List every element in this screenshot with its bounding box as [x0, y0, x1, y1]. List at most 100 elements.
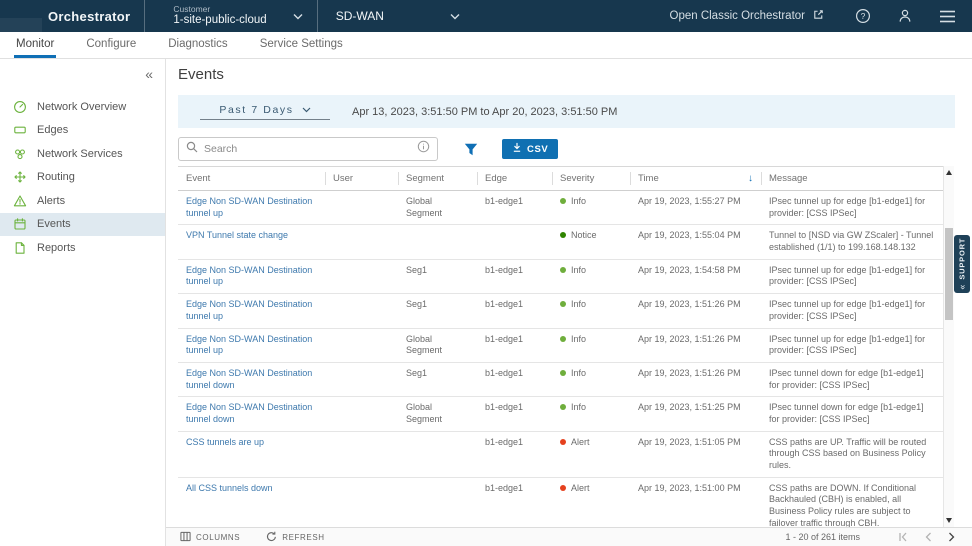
sidebar-item-label: Edges — [37, 124, 68, 136]
column-header-severity[interactable]: Severity — [552, 167, 630, 190]
next-page-icon[interactable] — [948, 532, 956, 542]
event-link[interactable]: Edge Non SD-WAN Destination tunnel up — [186, 265, 312, 287]
sidebar-collapse-icon[interactable]: « — [145, 66, 153, 82]
severity-label: Notice — [571, 230, 597, 242]
hamburger-menu-icon[interactable] — [939, 10, 956, 23]
cell-message: CSS paths are UP. Traffic will be routed… — [761, 432, 943, 477]
table-row: CSS tunnels are upb1-edge1AlertApr 19, 2… — [178, 432, 943, 478]
event-link[interactable]: VPN Tunnel state change — [186, 230, 288, 240]
table-row: VPN Tunnel state change Notice Apr 19, 202… — [178, 225, 943, 259]
severity-dot-info — [560, 336, 566, 342]
tab-service-settings[interactable]: Service Settings — [258, 32, 345, 58]
cell-event: Edge Non SD-WAN Destination tunnel up — [178, 191, 325, 224]
scroll-down-icon[interactable] — [946, 518, 952, 523]
sidebar-item-label: Events — [37, 218, 71, 230]
report-icon — [13, 241, 27, 255]
cell-edge: b1-edge1 — [477, 329, 552, 362]
severity-label: Info — [571, 334, 586, 346]
column-header-event[interactable]: Event — [178, 167, 325, 190]
table-footer: COLUMNS REFRESH 1 - 20 of 261 items — [166, 527, 972, 546]
event-link[interactable]: Edge Non SD-WAN Destination tunnel down — [186, 402, 312, 424]
column-header-edge[interactable]: Edge — [477, 167, 552, 190]
customer-value: 1-site-public-cloud — [173, 14, 266, 27]
time-range-select[interactable]: Past 7 Days — [200, 104, 330, 120]
event-link[interactable]: Edge Non SD-WAN Destination tunnel up — [186, 196, 312, 218]
filter-funnel-icon[interactable] — [464, 143, 478, 156]
event-link[interactable]: Edge Non SD-WAN Destination tunnel down — [186, 368, 312, 390]
cell-time: Apr 19, 2023, 1:55:04 PM — [630, 225, 761, 258]
cell-message: IPsec tunnel up for edge [b1-edge1] for … — [761, 191, 943, 224]
search-info-icon[interactable] — [417, 140, 430, 158]
column-header-message[interactable]: Message — [761, 167, 943, 190]
cell-event: Edge Non SD-WAN Destination tunnel up — [178, 260, 325, 293]
svg-text:?: ? — [861, 11, 866, 21]
column-header-segment[interactable]: Segment — [398, 167, 477, 190]
help-icon[interactable]: ? — [855, 8, 871, 24]
product-selector[interactable]: SD-WAN — [318, 9, 474, 23]
scroll-up-icon[interactable] — [946, 170, 952, 175]
sidebar-item-network-services[interactable]: Network Services — [0, 142, 165, 166]
cell-user — [325, 478, 398, 527]
open-classic-orchestrator-link[interactable]: Open Classic Orchestrator — [670, 8, 826, 24]
sort-desc-icon: ↓ — [748, 173, 753, 184]
cell-severity: Info — [552, 294, 630, 327]
previous-page-icon[interactable] — [924, 532, 932, 542]
cell-segment — [398, 478, 477, 527]
first-page-icon[interactable] — [898, 532, 908, 542]
severity-label: Info — [571, 402, 586, 414]
pagination-range-text: 1 - 20 of 261 items — [785, 532, 860, 542]
cell-severity: Info — [552, 329, 630, 362]
user-icon[interactable] — [897, 8, 913, 24]
scrollbar-thumb[interactable] — [945, 228, 953, 320]
sidebar-item-routing[interactable]: Routing — [0, 166, 165, 190]
customer-selector[interactable]: Customer 1-site-public-cloud — [145, 5, 316, 28]
search-icon — [186, 140, 198, 158]
severity-label: Info — [571, 368, 586, 380]
severity-dot-info — [560, 198, 566, 204]
sidebar-item-alerts[interactable]: Alerts — [0, 189, 165, 213]
cell-user — [325, 260, 398, 293]
time-range-bar: Past 7 Days Apr 13, 2023, 3:51:50 PM to … — [178, 95, 955, 128]
event-link[interactable]: Edge Non SD-WAN Destination tunnel up — [186, 334, 312, 356]
network-services-icon — [13, 147, 27, 161]
event-link[interactable]: Edge Non SD-WAN Destination tunnel up — [186, 299, 312, 321]
refresh-button[interactable]: REFRESH — [266, 531, 324, 544]
tab-monitor[interactable]: Monitor — [14, 32, 56, 58]
page-title: Events — [178, 66, 224, 83]
sidebar-item-edges[interactable]: Edges — [0, 119, 165, 143]
cell-message: IPsec tunnel down for edge [b1-edge1] fo… — [761, 363, 943, 396]
columns-button[interactable]: COLUMNS — [180, 531, 240, 544]
table-scrollbar[interactable] — [943, 166, 954, 527]
severity-label: Info — [571, 265, 586, 277]
cell-severity: Info — [552, 191, 630, 224]
sidebar-item-label: Network Overview — [37, 101, 126, 113]
cell-user — [325, 329, 398, 362]
routing-icon — [13, 170, 27, 184]
sidebar-item-label: Alerts — [37, 195, 65, 207]
search-input[interactable] — [204, 143, 411, 155]
external-link-icon — [812, 8, 825, 24]
calendar-icon — [13, 217, 27, 231]
cell-segment — [398, 225, 477, 258]
sidebar-item-reports[interactable]: Reports — [0, 236, 165, 260]
cell-user — [325, 225, 398, 258]
table-row: Edge Non SD-WAN Destination tunnel upSeg… — [178, 260, 943, 294]
sidebar-item-events[interactable]: Events — [0, 213, 165, 237]
tab-configure[interactable]: Configure — [84, 32, 138, 58]
sidebar-item-network-overview[interactable]: Network Overview — [0, 95, 165, 119]
edge-device-icon — [13, 123, 27, 137]
cell-message: IPsec tunnel up for edge [b1-edge1] for … — [761, 260, 943, 293]
event-link[interactable]: CSS tunnels are up — [186, 437, 264, 447]
primary-tabbar: Monitor Configure Diagnostics Service Setti… — [0, 32, 972, 59]
event-link[interactable]: All CSS tunnels down — [186, 483, 273, 493]
support-tab[interactable]: « SUPPORT — [954, 235, 970, 293]
column-header-user[interactable]: User — [325, 167, 398, 190]
column-header-time[interactable]: Time↓ — [630, 167, 761, 190]
csv-export-button[interactable]: CSV — [502, 139, 558, 159]
cell-segment: Global Segment — [398, 329, 477, 362]
severity-dot-info — [560, 267, 566, 273]
support-label: SUPPORT — [958, 238, 967, 280]
cell-user — [325, 397, 398, 430]
tab-diagnostics[interactable]: Diagnostics — [166, 32, 229, 58]
table-row: Edge Non SD-WAN Destination tunnel up Glo… — [178, 329, 943, 363]
